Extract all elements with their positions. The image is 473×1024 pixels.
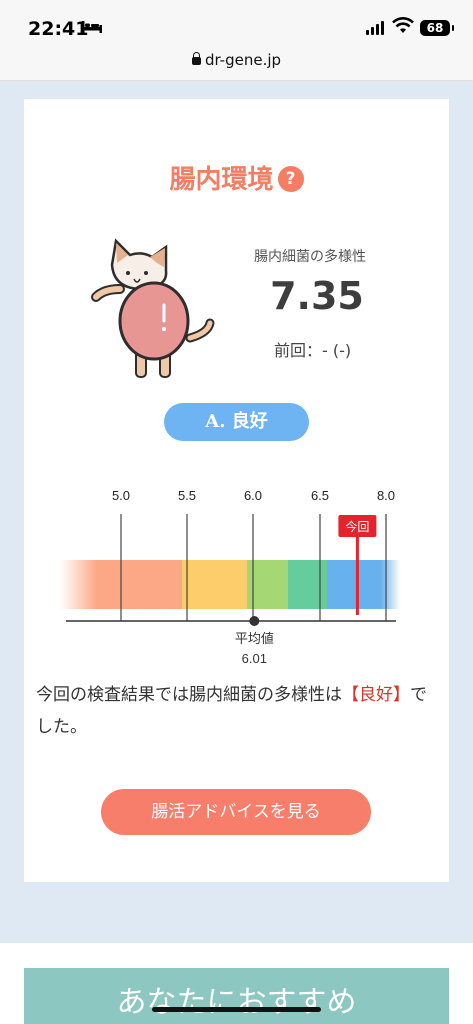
browser-top-bar: 22:41 68 dr-gene.jp — [0, 0, 473, 81]
diversity-gauge: 5.0 5.5 6.0 6.5 8.0 平均値 6.01 今回 — [60, 488, 400, 666]
gauge-tick-label: 6.5 — [311, 488, 329, 503]
gut-advice-button[interactable]: 腸活アドバイスを見る — [101, 789, 371, 835]
status-time: 22:41 — [28, 18, 89, 40]
cat-mascot-illustration — [91, 238, 215, 378]
wifi-icon — [392, 17, 414, 33]
bed-icon — [82, 21, 102, 33]
gut-environment-card: 腸内環境? 腸内細菌の多様性 7.35 前回：- (-) A. 良好 5.0 5… — [24, 99, 449, 882]
average-dot — [249, 616, 260, 626]
grade-badge: A. 良好 — [164, 403, 309, 441]
gauge-band-5 — [327, 560, 382, 609]
gauge-band-4 — [288, 560, 327, 609]
diversity-value: 7.35 — [270, 274, 364, 318]
lock-icon — [191, 52, 201, 65]
average-label: 平均値 — [235, 631, 274, 646]
gauge-fade-left — [60, 560, 97, 609]
result-summary: 今回の検査結果では腸内細菌の多様性は【良好】でした。 — [36, 679, 438, 743]
url-text: dr-gene.jp — [204, 51, 282, 69]
help-icon[interactable]: ? — [277, 166, 304, 192]
home-indicator[interactable] — [152, 1007, 321, 1012]
summary-text: 今回の検査結果では腸内細菌の多様性は — [36, 685, 342, 705]
recommend-banner[interactable]: あなたにおすすめ — [24, 968, 449, 1024]
battery-icon: 68 — [420, 20, 454, 36]
section-title: 腸内環境? — [24, 159, 449, 196]
gauge-tick-label: 5.0 — [112, 488, 130, 503]
gauge-tick-label: 6.0 — [244, 488, 262, 503]
gauge-band-1 — [96, 560, 182, 609]
signal-icon — [366, 20, 384, 35]
address-bar[interactable]: dr-gene.jp — [0, 51, 473, 69]
gauge-fade-right — [381, 560, 400, 609]
gauge-tick-label: 8.0 — [377, 488, 395, 503]
average-marker: 平均値 6.01 — [235, 616, 274, 666]
section-title-text: 腸内環境 — [169, 165, 274, 195]
average-value: 6.01 — [242, 651, 267, 666]
current-label: 今回 — [345, 519, 369, 534]
summary-highlight: 【良好】 — [342, 685, 410, 705]
diversity-label: 腸内細菌の多様性 — [254, 249, 366, 265]
previous-result: 前回：- (-) — [274, 341, 352, 360]
gauge-tick-label: 5.5 — [178, 488, 196, 503]
gauge-band-2 — [182, 560, 247, 609]
